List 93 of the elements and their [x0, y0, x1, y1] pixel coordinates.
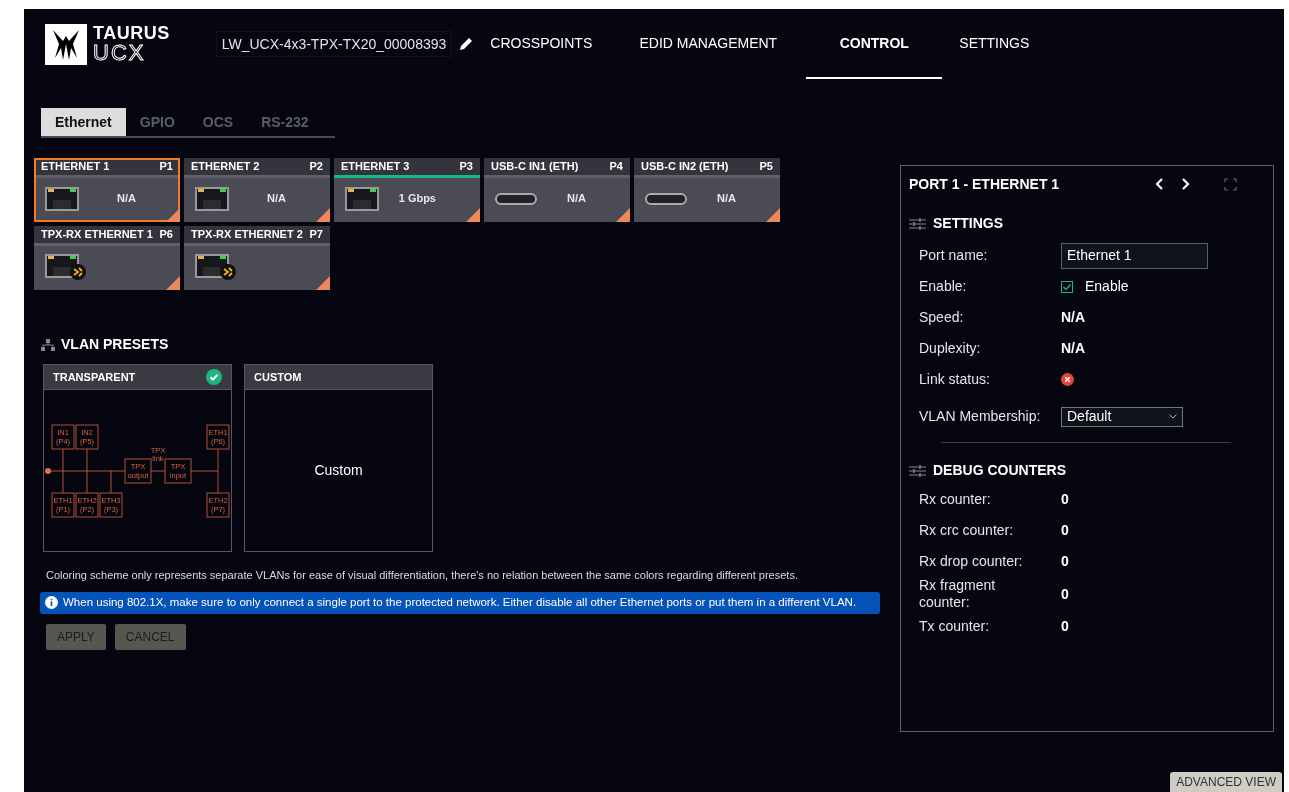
port-number: P3 — [459, 159, 473, 175]
counter-label: Rx fragment counter: — [919, 577, 997, 611]
port-card[interactable]: USB-C IN2 (ETH) P5 N/A — [634, 158, 780, 222]
info-text: When using 802.1X, make sure to only connect a single port to the protected network. Either disable all other Ethernet ports or put them in a different VLAN. — [63, 594, 857, 610]
field-label: Speed: — [919, 309, 965, 326]
port-speed: N/A — [717, 191, 736, 207]
port-speed: N/A — [267, 191, 286, 207]
field-label: Duplexity: — [919, 340, 982, 357]
sliders-icon — [909, 464, 926, 477]
field-label: Link status: — [919, 371, 991, 388]
corner-triangle-icon — [166, 276, 180, 290]
counter-label: Tx counter: — [919, 618, 991, 635]
port-name: USB-C IN1 (ETH) — [491, 159, 579, 175]
counter-value: 0 — [1061, 552, 1069, 571]
section-title: SETTINGS — [933, 214, 1003, 233]
chevron-left-icon — [1155, 177, 1165, 191]
counter-label: Rx crc counter: — [919, 522, 1015, 539]
panel-title: PORT 1 - ETHERNET 1 — [909, 174, 1061, 194]
port-number: P6 — [159, 227, 173, 243]
port-name: ETHERNET 1 — [41, 159, 110, 175]
port-number: P5 — [759, 159, 773, 175]
port-card[interactable]: USB-C IN1 (ETH) P4 N/A — [484, 158, 630, 222]
corner-triangle-icon — [166, 208, 180, 222]
network-icon — [41, 338, 55, 351]
port-card[interactable]: TPX-RX ETHERNET 1 P6 — [34, 226, 180, 290]
field-value: N/A — [1061, 339, 1086, 358]
nav-tab[interactable]: CONTROL — [806, 9, 943, 79]
chevron-right-icon — [1180, 177, 1190, 191]
field-value: N/A — [1061, 308, 1086, 327]
port-number: P7 — [309, 227, 323, 243]
checkbox[interactable] — [1061, 280, 1073, 293]
port-name-field[interactable]: Ethernet 1 — [1061, 242, 1208, 269]
port-card[interactable]: ETHERNET 3 P3 1 Gbps — [334, 158, 480, 222]
port-card[interactable]: ETHERNET 1 P1 N/A — [34, 158, 180, 222]
counter-value: 0 — [1061, 490, 1069, 509]
source-icon — [45, 467, 51, 474]
corner-triangle-icon — [316, 208, 330, 222]
port-number: P2 — [309, 159, 323, 175]
info-icon — [45, 596, 58, 609]
port-name: ETHERNET 3 — [341, 159, 410, 175]
checkbox-label: Enable — [1085, 277, 1129, 296]
preset-card[interactable]: CUSTOM Custom — [244, 364, 433, 552]
nav-tab[interactable]: EDID MANAGEMENT — [610, 9, 807, 79]
section-title: VLAN PRESETS — [61, 335, 169, 354]
ethernet-port-icon — [194, 185, 230, 212]
preset-name: TRANSPARENT — [53, 369, 136, 385]
fullscreen-icon — [1224, 177, 1237, 191]
device-name-field[interactable]: LW_UCX-4x3-TPX-TX20_00008393 — [215, 31, 453, 57]
ethernet-port-icon — [44, 252, 88, 281]
port-number: P4 — [609, 159, 623, 175]
field-label: Port name: — [919, 247, 989, 264]
nav-tab[interactable]: CROSSPOINTS — [472, 9, 611, 79]
advanced-view-button[interactable]: ADVANCED VIEW — [1170, 772, 1282, 792]
counter-label: Rx drop counter: — [919, 553, 1024, 570]
usb-c-port-icon — [644, 190, 688, 207]
port-name: TPX-RX ETHERNET 1 — [41, 227, 153, 243]
section-title: DEBUG COUNTERS — [933, 461, 1066, 480]
preset-label: Custom — [314, 461, 363, 480]
nav-tab[interactable]: SETTINGS — [942, 9, 1047, 79]
ethernet-port-icon — [44, 185, 80, 212]
port-name: TPX-RX ETHERNET 2 — [191, 227, 303, 243]
port-speed: N/A — [567, 191, 586, 207]
sub-tab[interactable]: Ethernet — [41, 108, 126, 136]
field-label: Enable: — [919, 278, 968, 295]
preset-name: CUSTOM — [254, 369, 302, 385]
counter-value: 0 — [1061, 584, 1069, 604]
ethernet-port-icon — [194, 252, 238, 281]
logo-text: TAURUS — [93, 24, 170, 42]
ethernet-port-icon — [344, 185, 380, 212]
vlan-select[interactable]: Default — [1061, 406, 1183, 427]
logo-icon — [45, 23, 87, 65]
port-speed: N/A — [117, 191, 136, 207]
port-speed: 1 Gbps — [398, 191, 436, 207]
caret-icon — [1169, 414, 1177, 419]
counter-label: Rx counter: — [919, 491, 992, 508]
corner-triangle-icon — [466, 208, 480, 222]
port-card[interactable]: TPX-RX ETHERNET 2 P7 — [184, 226, 330, 290]
corner-triangle-icon — [766, 208, 780, 222]
sliders-icon — [909, 217, 926, 230]
port-name: ETHERNET 2 — [191, 159, 260, 175]
port-card[interactable]: ETHERNET 2 P2 N/A — [184, 158, 330, 222]
check-icon — [206, 369, 222, 385]
pencil-icon — [458, 36, 475, 52]
field-label: VLAN Membership: — [919, 408, 1042, 425]
usb-c-port-icon — [494, 190, 538, 207]
counter-value: 0 — [1061, 521, 1069, 540]
logo-text: UCX — [93, 42, 147, 64]
port-number: P1 — [159, 159, 173, 175]
corner-triangle-icon — [316, 276, 330, 290]
counter-value: 0 — [1061, 617, 1069, 636]
port-name: USB-C IN2 (ETH) — [641, 159, 729, 175]
corner-triangle-icon — [616, 208, 630, 222]
note-text: Coloring scheme only represents separate VLANs for ease of visual differentiation, there's no relation between the same colors regarding different presets. — [46, 568, 799, 583]
